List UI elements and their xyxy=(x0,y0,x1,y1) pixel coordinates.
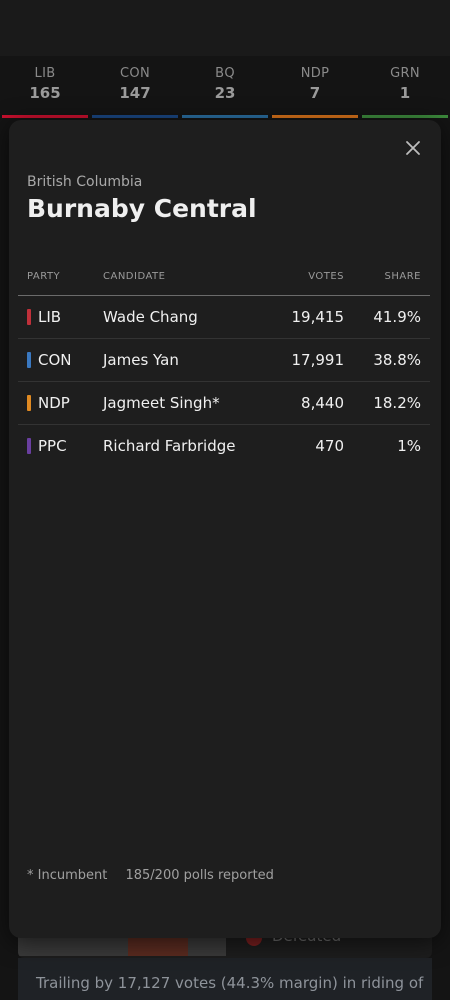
results-footer: * Incumbent 185/200 polls reported xyxy=(27,868,274,883)
tally-color-bar xyxy=(2,115,88,118)
tally-color-bar xyxy=(272,115,358,118)
candidate-cell: James Yan xyxy=(103,351,179,369)
tally-party: LIB xyxy=(34,66,56,81)
trailing-text: Trailing by 17,127 votes (44.3% margin) … xyxy=(36,974,424,992)
tally-party: BQ xyxy=(215,66,235,81)
party-color-swatch xyxy=(27,438,31,454)
share-cell: 18.2% xyxy=(373,394,421,412)
votes-cell: 17,991 xyxy=(291,351,345,369)
tally-seats: 1 xyxy=(399,84,411,102)
share-cell: 41.9% xyxy=(373,308,421,326)
share-cell: 38.8% xyxy=(373,351,421,369)
tally-item-grn[interactable]: GRN 1 xyxy=(360,56,450,118)
column-header-votes: VOTES xyxy=(308,271,344,282)
party-color-swatch xyxy=(27,395,31,411)
party-cell: CON xyxy=(38,351,72,369)
column-header-party: PARTY xyxy=(27,271,61,282)
province-label: British Columbia xyxy=(27,174,143,190)
results-table: PARTY CANDIDATE VOTES SHARE LIB Wade Cha… xyxy=(18,268,430,467)
party-cell: PPC xyxy=(38,437,67,455)
share-cell: 1% xyxy=(397,437,421,455)
votes-cell: 19,415 xyxy=(291,308,345,326)
tally-seats: 165 xyxy=(29,84,61,102)
seat-tally: LIB 165 CON 147 BQ 23 NDP 7 GRN 1 xyxy=(0,56,450,118)
tally-seats: 23 xyxy=(214,84,236,102)
trailing-panel: Trailing by 17,127 votes (44.3% margin) … xyxy=(18,958,432,1000)
party-color-swatch xyxy=(27,309,31,325)
party-cell: LIB xyxy=(38,308,62,326)
party-color-swatch xyxy=(27,352,31,368)
tally-party: CON xyxy=(120,66,150,81)
candidate-cell: Wade Chang xyxy=(103,308,198,326)
top-bar xyxy=(0,0,450,56)
tally-item-con[interactable]: CON 147 xyxy=(90,56,180,118)
tally-seats: 147 xyxy=(119,84,151,102)
table-row: LIB Wade Chang 19,415 41.9% xyxy=(18,296,430,339)
candidate-cell: Jagmeet Singh* xyxy=(103,394,220,412)
tally-party: NDP xyxy=(300,66,330,81)
polls-reported: 185/200 polls reported xyxy=(125,868,274,883)
riding-results-modal: British Columbia Burnaby Central PARTY C… xyxy=(9,120,441,938)
tally-color-bar xyxy=(92,115,178,118)
tally-party: GRN xyxy=(390,66,420,81)
tally-item-lib[interactable]: LIB 165 xyxy=(0,56,90,118)
tally-color-bar xyxy=(182,115,268,118)
column-header-candidate: CANDIDATE xyxy=(103,271,166,282)
tally-item-bq[interactable]: BQ 23 xyxy=(180,56,270,118)
party-cell: NDP xyxy=(38,394,70,412)
votes-cell: 8,440 xyxy=(301,394,344,412)
close-icon[interactable] xyxy=(403,138,423,158)
table-row: PPC Richard Farbridge 470 1% xyxy=(18,425,430,467)
table-header: PARTY CANDIDATE VOTES SHARE xyxy=(18,268,430,296)
column-header-share: SHARE xyxy=(384,271,421,282)
candidate-cell: Richard Farbridge xyxy=(103,437,236,455)
close-icon-glyph xyxy=(406,141,420,155)
votes-cell: 470 xyxy=(315,437,344,455)
tally-seats: 7 xyxy=(309,84,321,102)
table-row: CON James Yan 17,991 38.8% xyxy=(18,339,430,382)
riding-title: Burnaby Central xyxy=(27,194,257,223)
tally-color-bar xyxy=(362,115,448,118)
incumbent-note: * Incumbent xyxy=(27,868,108,883)
tally-item-ndp[interactable]: NDP 7 xyxy=(270,56,360,118)
table-row: NDP Jagmeet Singh* 8,440 18.2% xyxy=(18,382,430,425)
